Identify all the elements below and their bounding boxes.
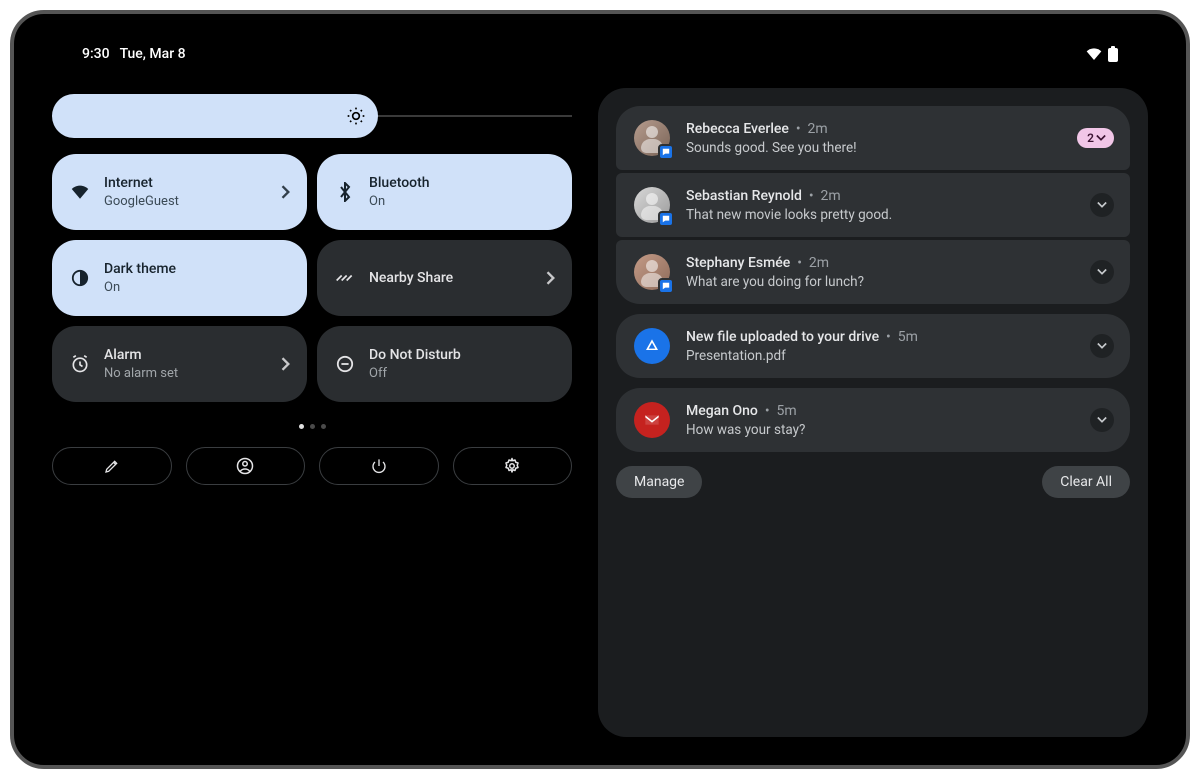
notification-item[interactable]: Rebecca Everlee • 2m Sounds good. See yo… xyxy=(616,106,1130,170)
notification-item[interactable]: Sebastian Reynold • 2m That new movie lo… xyxy=(616,173,1130,237)
expand-button[interactable] xyxy=(1090,193,1114,217)
expand-button[interactable] xyxy=(1090,334,1114,358)
notification-count-expand[interactable]: 2 xyxy=(1077,128,1114,148)
notification-sender: Sebastian Reynold xyxy=(686,188,802,204)
expand-button[interactable] xyxy=(1090,260,1114,284)
bluetooth-icon xyxy=(335,182,355,202)
page-dot xyxy=(321,424,326,429)
tile-title: Bluetooth xyxy=(369,174,430,193)
tile-title: Do Not Disturb xyxy=(369,346,461,365)
quick-settings-panel: Internet GoogleGuest Bluetooth xyxy=(52,88,572,737)
avatar xyxy=(634,187,670,223)
power-button[interactable] xyxy=(319,447,439,485)
notification-sender: Stephany Esmée xyxy=(686,255,790,271)
notification-body: Presentation.pdf xyxy=(686,348,918,364)
avatar xyxy=(634,254,670,290)
notification-item[interactable]: New file uploaded to your drive • 5m Pre… xyxy=(616,314,1130,378)
gmail-app-icon xyxy=(634,402,670,438)
notification-time: • 5m xyxy=(758,403,797,419)
status-date: Tue, Mar 8 xyxy=(120,46,186,62)
tile-title: Nearby Share xyxy=(369,269,453,288)
alarm-icon xyxy=(70,354,90,374)
chevron-right-icon[interactable] xyxy=(281,357,291,371)
notification-group-messages: Rebecca Everlee • 2m Sounds good. See yo… xyxy=(616,106,1130,304)
user-icon xyxy=(236,457,254,475)
notification-body: How was your stay? xyxy=(686,422,805,438)
notification-item[interactable]: Stephany Esmée • 2m What are you doing f… xyxy=(616,240,1130,304)
settings-button[interactable] xyxy=(453,447,573,485)
battery-icon xyxy=(1108,46,1118,62)
power-icon xyxy=(371,458,387,474)
tile-title: Dark theme xyxy=(104,260,176,279)
tile-dnd[interactable]: Do Not Disturb Off xyxy=(317,326,572,402)
tile-title: Alarm xyxy=(104,346,178,365)
tile-sub: On xyxy=(104,279,176,297)
notification-time: • 2m xyxy=(789,121,828,137)
expand-button[interactable] xyxy=(1090,408,1114,432)
tile-sub: Off xyxy=(369,365,461,383)
brightness-fill xyxy=(52,94,378,138)
notification-time: • 5m xyxy=(879,329,918,345)
notification-body: What are you doing for lunch? xyxy=(686,274,864,290)
notification-time: • 2m xyxy=(802,188,841,204)
qs-actions xyxy=(52,447,572,485)
avatar xyxy=(634,120,670,156)
messages-app-badge-icon xyxy=(658,211,674,227)
pencil-icon xyxy=(104,458,120,474)
tablet-frame: 9:30 Tue, Mar 8 xyxy=(10,10,1190,769)
notification-footer: Manage Clear All xyxy=(616,466,1130,498)
status-time: 9:30 xyxy=(82,46,110,62)
clear-all-button[interactable]: Clear All xyxy=(1042,466,1130,498)
tile-sub: On xyxy=(369,193,430,211)
tile-nearby-share[interactable]: Nearby Share xyxy=(317,240,572,316)
notification-body: That new movie looks pretty good. xyxy=(686,207,892,223)
tile-sub: No alarm set xyxy=(104,365,178,383)
status-right xyxy=(1086,46,1118,62)
tile-dark-theme[interactable]: Dark theme On xyxy=(52,240,307,316)
messages-app-badge-icon xyxy=(658,144,674,160)
chevron-right-icon[interactable] xyxy=(281,185,291,199)
status-bar: 9:30 Tue, Mar 8 xyxy=(52,40,1148,64)
tile-internet[interactable]: Internet GoogleGuest xyxy=(52,154,307,230)
brightness-icon xyxy=(346,106,366,126)
dark-theme-icon xyxy=(70,268,90,288)
status-left: 9:30 Tue, Mar 8 xyxy=(82,46,186,62)
drive-app-icon xyxy=(634,328,670,364)
notification-item[interactable]: Megan Ono • 5m How was your stay? xyxy=(616,388,1130,452)
wifi-icon xyxy=(1086,48,1102,60)
page-indicator xyxy=(52,424,572,429)
tile-alarm[interactable]: Alarm No alarm set xyxy=(52,326,307,402)
notification-sender: Megan Ono xyxy=(686,403,758,419)
page-dot xyxy=(310,424,315,429)
tile-title: Internet xyxy=(104,174,179,193)
messages-app-badge-icon xyxy=(658,278,674,294)
notification-sender: New file uploaded to your drive xyxy=(686,329,879,345)
manage-button[interactable]: Manage xyxy=(616,466,702,498)
content: Internet GoogleGuest Bluetooth xyxy=(52,64,1148,737)
nearby-share-icon xyxy=(335,268,355,288)
user-button[interactable] xyxy=(186,447,306,485)
tile-bluetooth[interactable]: Bluetooth On xyxy=(317,154,572,230)
edit-button[interactable] xyxy=(52,447,172,485)
notification-body: Sounds good. See you there! xyxy=(686,140,857,156)
notification-sender: Rebecca Everlee xyxy=(686,121,789,137)
dnd-icon xyxy=(335,354,355,374)
chevron-right-icon[interactable] xyxy=(546,271,556,285)
tiles-grid: Internet GoogleGuest Bluetooth xyxy=(52,154,572,402)
gear-icon xyxy=(503,457,521,475)
wifi-icon xyxy=(70,182,90,202)
notification-time: • 2m xyxy=(790,255,829,271)
page-dot xyxy=(299,424,304,429)
notification-panel: Rebecca Everlee • 2m Sounds good. See yo… xyxy=(598,88,1148,737)
tile-sub: GoogleGuest xyxy=(104,193,179,211)
notification-count: 2 xyxy=(1087,131,1094,145)
brightness-slider[interactable] xyxy=(52,94,572,138)
screen: 9:30 Tue, Mar 8 xyxy=(14,14,1186,765)
